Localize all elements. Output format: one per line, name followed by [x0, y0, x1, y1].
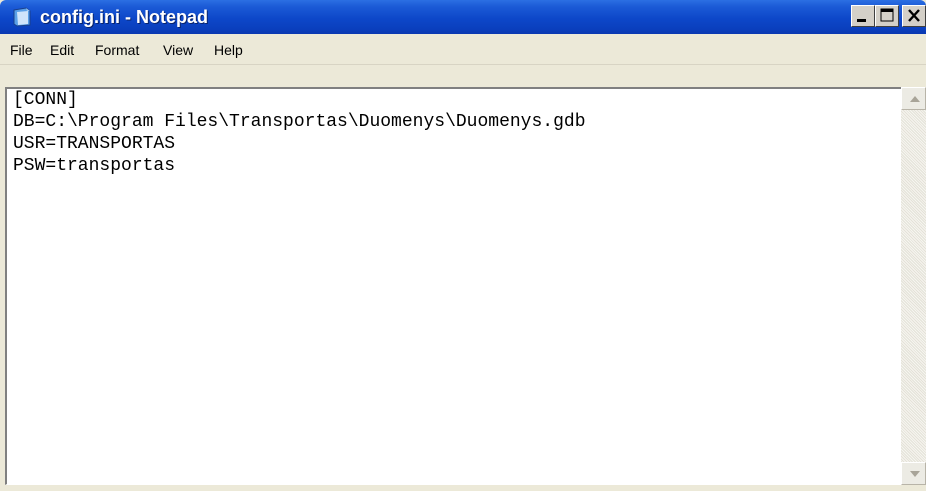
title-bar[interactable]: config.ini - Notepad: [0, 0, 926, 34]
editor-content[interactable]: [CONN] DB=C:\Program Files\Transportas\D…: [13, 89, 586, 177]
menu-view[interactable]: View: [163, 42, 193, 58]
window-controls: [851, 5, 926, 29]
menu-edit[interactable]: Edit: [50, 42, 74, 58]
menu-bar: File Edit Format View Help: [0, 34, 926, 65]
close-button[interactable]: [902, 5, 926, 27]
arrow-down-icon: [910, 471, 920, 477]
scroll-up-button[interactable]: [901, 87, 926, 110]
window-bottom-edge: [0, 485, 926, 491]
arrow-up-icon: [910, 96, 920, 102]
notepad-icon: [13, 7, 31, 27]
close-icon: [908, 9, 920, 22]
window-title: config.ini - Notepad: [40, 7, 208, 27]
scroll-down-button[interactable]: [901, 462, 926, 485]
minimize-icon: [857, 19, 866, 22]
maximize-button[interactable]: [875, 5, 899, 27]
menu-help[interactable]: Help: [214, 42, 243, 58]
menu-format[interactable]: Format: [95, 42, 139, 58]
maximize-icon: [880, 8, 894, 22]
text-editor[interactable]: [CONN] DB=C:\Program Files\Transportas\D…: [5, 87, 901, 485]
vertical-scrollbar[interactable]: [901, 87, 926, 485]
menu-file[interactable]: File: [10, 42, 33, 58]
minimize-button[interactable]: [851, 5, 875, 27]
